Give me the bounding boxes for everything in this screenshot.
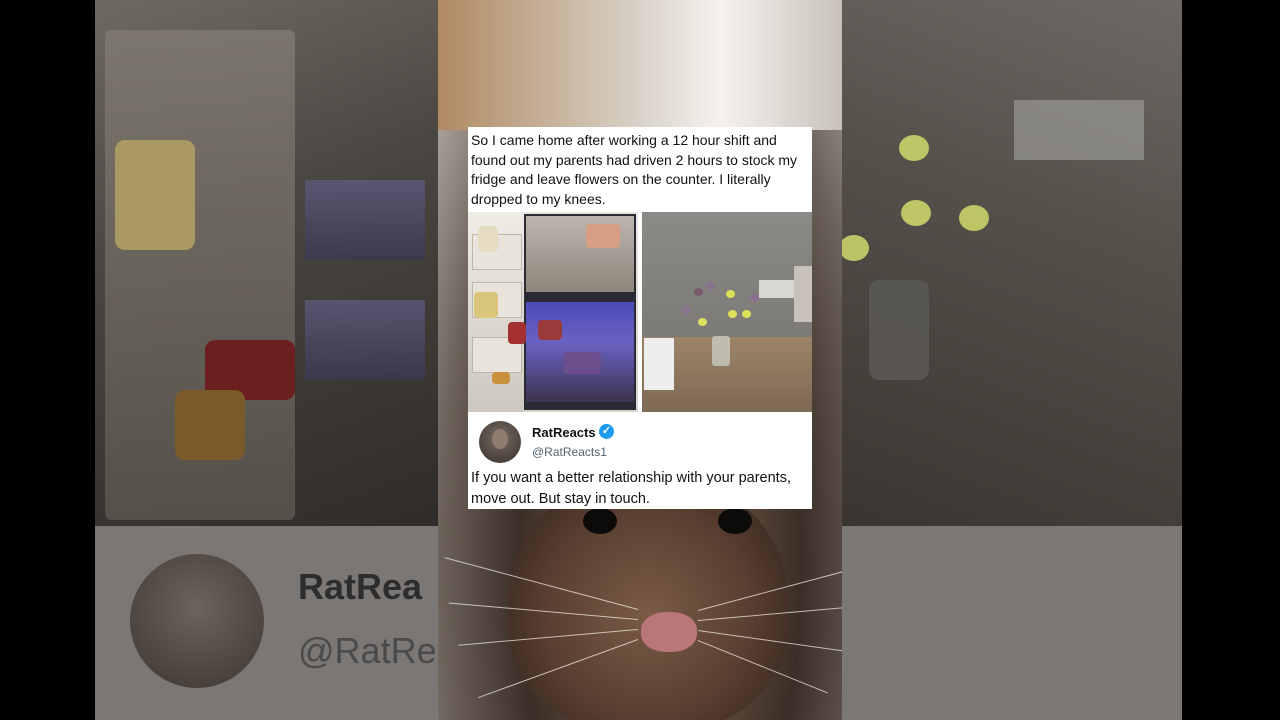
- rat-nose: [641, 612, 697, 652]
- tweet-photos[interactable]: [468, 212, 812, 412]
- post-caption: So I came home after working a 12 hour s…: [471, 132, 798, 207]
- tweet-text: If you want a better relationship with y…: [471, 470, 791, 507]
- blurred-handle: @RatRe: [298, 630, 437, 671]
- rat-eye-left: [583, 508, 617, 534]
- rat-eye-right: [718, 508, 752, 534]
- blurred-avatar: [130, 554, 264, 688]
- blurred-tweet-header-right: [842, 526, 1182, 720]
- display-name[interactable]: RatReacts: [532, 425, 596, 440]
- blurred-fridge-photo: [95, 0, 438, 526]
- user-handle[interactable]: @RatReacts1: [532, 445, 607, 459]
- verified-badge-icon: ✓: [599, 424, 614, 439]
- blurred-background-left: RatRea @RatRe: [0, 0, 438, 720]
- flowers-counter-photo[interactable]: [642, 212, 812, 412]
- blurred-background-right: [842, 0, 1280, 720]
- blurred-counter-photo: [842, 0, 1182, 526]
- avatar[interactable]: [479, 421, 521, 463]
- blurred-display-name: RatRea: [298, 566, 423, 607]
- blurred-tweet-header: RatRea @RatRe: [95, 526, 438, 720]
- fridge-photo[interactable]: [468, 212, 638, 412]
- tweet-card[interactable]: So I came home after working a 12 hour s…: [468, 127, 812, 509]
